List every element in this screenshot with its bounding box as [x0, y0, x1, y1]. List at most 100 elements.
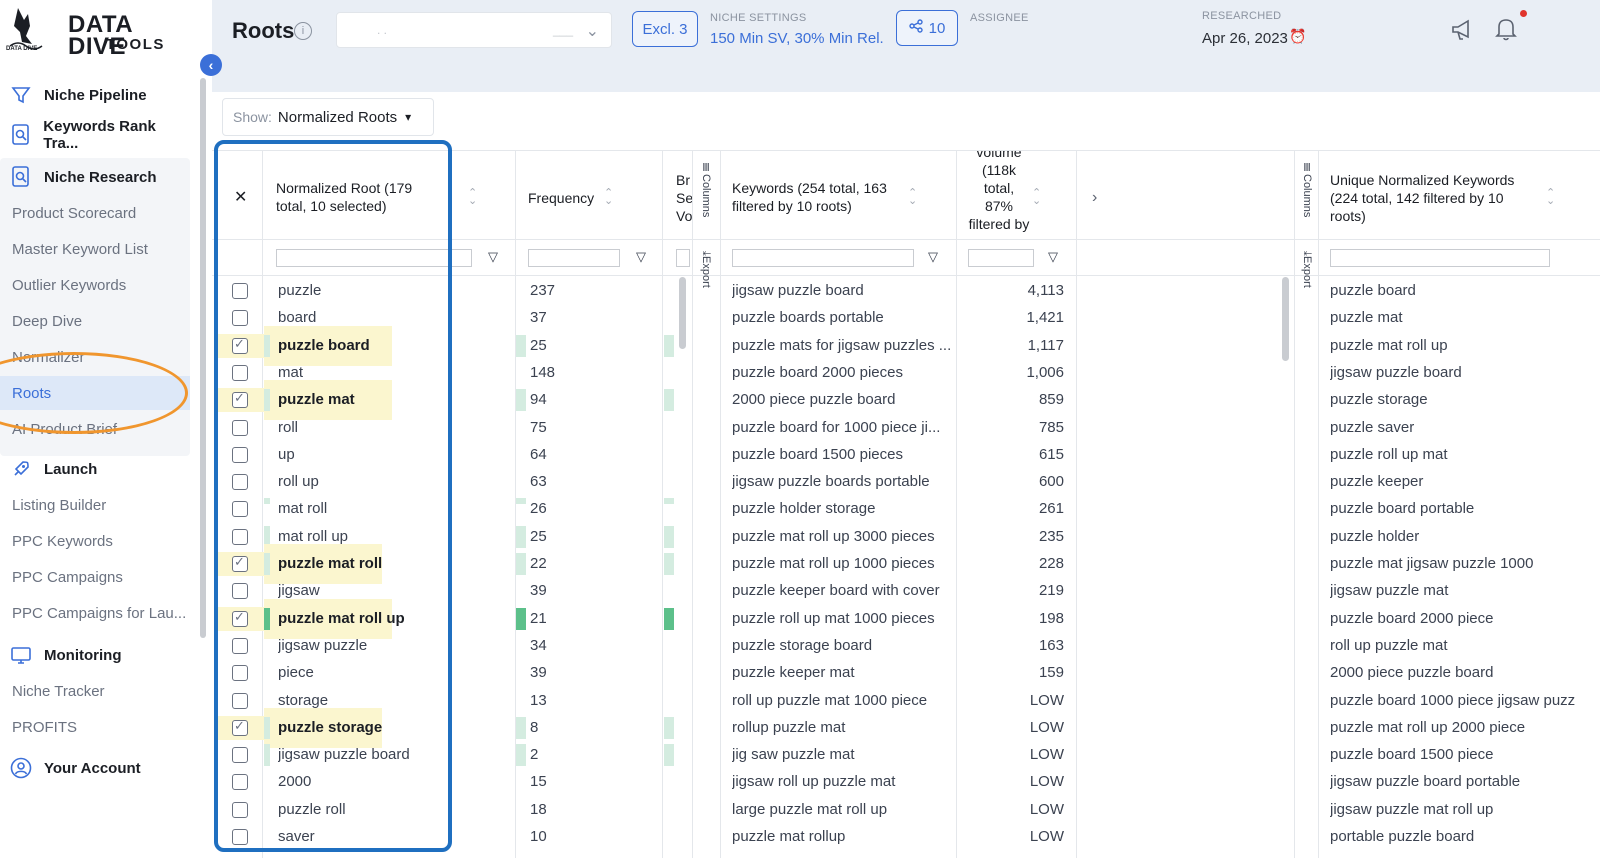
sidebar-item-ppc-campaigns[interactable]: PPC Campaigns — [0, 560, 190, 594]
keyword-cell: puzzle holder storage — [732, 500, 876, 518]
row-checkbox[interactable] — [232, 718, 248, 736]
column-header-frequency[interactable]: Frequency — [528, 189, 594, 207]
alarm-clock-icon[interactable]: ⏰ — [1289, 28, 1306, 45]
sidebar-item-your-account[interactable]: Your Account — [0, 751, 190, 785]
root-bar — [264, 716, 270, 739]
sidebar-item-profits[interactable]: PROFITS — [0, 710, 190, 744]
sort-icon[interactable]: ⌃ ⌄ — [468, 188, 477, 207]
frequency-filter-input[interactable] — [528, 249, 620, 267]
row-checkbox[interactable] — [232, 419, 248, 436]
column-header-volume[interactable]: volume (118k total, 87% filtered by 10 — [968, 151, 1030, 235]
sort-icon[interactable]: ⌃ ⌄ — [1546, 188, 1555, 207]
brand-filter-input[interactable] — [676, 249, 690, 267]
sidebar-item-niche-research[interactable]: Niche Research — [0, 160, 190, 194]
sidebar-item-listing-builder[interactable]: Listing Builder — [0, 488, 190, 522]
brand-bar — [664, 553, 674, 575]
sidebar-item-outlier-keywords[interactable]: Outlier Keywords — [0, 268, 190, 302]
share-button[interactable]: 10 — [896, 10, 958, 46]
monitor-icon — [10, 644, 32, 666]
row-checkbox[interactable] — [232, 774, 248, 791]
column-header-brand[interactable]: Br Se Vo — [676, 171, 692, 225]
root-name: board — [278, 309, 317, 327]
grid-scrollbar[interactable] — [679, 277, 686, 349]
sidebar-item-master-keyword-list[interactable]: Master Keyword List — [0, 232, 190, 266]
row-checkbox[interactable] — [232, 501, 248, 518]
row-checkbox[interactable] — [232, 801, 248, 818]
row-checkbox[interactable] — [232, 609, 248, 627]
row-checkbox[interactable] — [232, 446, 248, 463]
keywords-filter-input[interactable] — [732, 249, 914, 267]
row-checkbox[interactable] — [232, 554, 248, 572]
sidebar-item-ppc-keywords[interactable]: PPC Keywords — [0, 524, 190, 558]
frequency-value: 26 — [530, 500, 547, 518]
volume-cell: 1,421 — [1026, 309, 1064, 327]
root-bar — [264, 553, 270, 575]
column-header-root[interactable]: Normalized Root (179 total, 10 selected) — [276, 179, 436, 215]
sidebar-item-monitoring[interactable]: Monitoring — [0, 638, 190, 672]
grid-scrollbar[interactable] — [1282, 277, 1289, 361]
filter-icon[interactable]: ▽ — [488, 249, 498, 265]
row-checkbox[interactable] — [232, 829, 248, 845]
sidebar-item-deep-dive[interactable]: Deep Dive — [0, 304, 190, 338]
column-header-unique[interactable]: Unique Normalized Keywords (224 total, 1… — [1330, 171, 1540, 225]
show-select[interactable]: Show: Normalized Roots ▾ — [222, 98, 434, 136]
row-checkbox[interactable] — [232, 528, 248, 545]
brand-small: DATA DIVE — [6, 46, 38, 52]
keyword-cell: jig saw puzzle mat — [732, 746, 855, 764]
clear-selection-icon[interactable]: ✕ — [234, 189, 247, 207]
frequency-value: 25 — [530, 336, 547, 354]
unique-filter-input[interactable] — [1330, 249, 1550, 267]
sidebar-item-product-scorecard[interactable]: Product Scorecard — [0, 196, 190, 230]
row-checkbox[interactable] — [232, 583, 248, 600]
row-checkbox[interactable] — [232, 474, 248, 491]
volume-filter-input[interactable] — [968, 249, 1034, 267]
export-panel-tab[interactable]: ⤓ Export — [1295, 251, 1319, 331]
niche-select[interactable]: . . ___ ⌄ — [336, 12, 612, 48]
sort-icon[interactable]: ⌃ ⌄ — [604, 188, 613, 207]
info-icon[interactable]: i — [294, 22, 312, 40]
frequency-value: 10 — [530, 828, 547, 845]
filter-icon[interactable]: ▽ — [928, 249, 938, 265]
columns-tab-label: Columns — [700, 174, 712, 218]
sort-icon[interactable]: ⌃ ⌄ — [1032, 188, 1041, 207]
brand-logo[interactable]: DATA DIVE TOOLS DATA DIVE — [6, 6, 192, 59]
sidebar-item-launch[interactable]: Launch — [0, 452, 190, 486]
collapse-sidebar-button[interactable]: ‹ — [200, 54, 222, 76]
sidebar-scrollbar[interactable] — [200, 78, 206, 638]
megaphone-icon[interactable] — [1450, 18, 1476, 47]
unique-keyword-cell: puzzle mat roll up 2000 piece — [1330, 718, 1526, 736]
unique-keyword-cell: 2000 piece puzzle board — [1330, 664, 1494, 682]
sidebar-item-niche-pipeline[interactable]: Niche Pipeline — [0, 78, 190, 112]
sidebar-item-ppc-campaigns-launch[interactable]: PPC Campaigns for Lau... — [0, 596, 190, 630]
export-panel-tab[interactable]: ⤓ Export — [694, 251, 718, 331]
scroll-right-icon[interactable]: › — [1092, 189, 1097, 207]
row-checkbox[interactable] — [232, 637, 248, 654]
root-filter-input[interactable] — [276, 249, 472, 267]
filter-icon[interactable]: ▽ — [636, 249, 646, 265]
row-checkbox[interactable] — [232, 390, 248, 409]
unique-keyword-cell: puzzle board — [1330, 282, 1416, 299]
filter-icon[interactable]: ▽ — [1048, 249, 1058, 265]
row-checkbox[interactable] — [232, 747, 248, 764]
exclusions-button[interactable]: Excl. 3 — [632, 11, 698, 47]
chevron-down-icon: ⌄ — [585, 23, 599, 40]
keyword-cell: puzzle mat roll up 1000 pieces — [732, 555, 935, 572]
bell-icon[interactable] — [1494, 16, 1518, 47]
row-checkbox[interactable] — [232, 692, 248, 709]
row-checkbox[interactable] — [232, 283, 248, 299]
sidebar-item-niche-tracker[interactable]: Niche Tracker — [0, 674, 190, 708]
column-header-keywords[interactable]: Keywords (254 total, 163 filtered by 10 … — [732, 179, 912, 215]
columns-panel-tab[interactable]: Ⅲ Columns — [694, 161, 718, 241]
niche-settings-value[interactable]: 150 Min SV, 30% Min Rel. — [710, 30, 884, 47]
keyword-cell: puzzle mat rollup — [732, 828, 846, 845]
volume-cell: LOW — [1029, 773, 1064, 791]
sort-icon[interactable]: ⌃ ⌄ — [908, 188, 917, 207]
row-checkbox[interactable] — [232, 310, 248, 327]
row-checkbox[interactable] — [232, 364, 248, 381]
sidebar-item-keywords-rank[interactable]: Keywords Rank Tra... — [0, 118, 190, 152]
header-divider — [212, 239, 1600, 240]
root-name: roll up — [278, 473, 319, 491]
row-checkbox[interactable] — [232, 336, 248, 354]
columns-panel-tab[interactable]: Ⅲ Columns — [1295, 161, 1319, 241]
row-checkbox[interactable] — [232, 665, 248, 682]
